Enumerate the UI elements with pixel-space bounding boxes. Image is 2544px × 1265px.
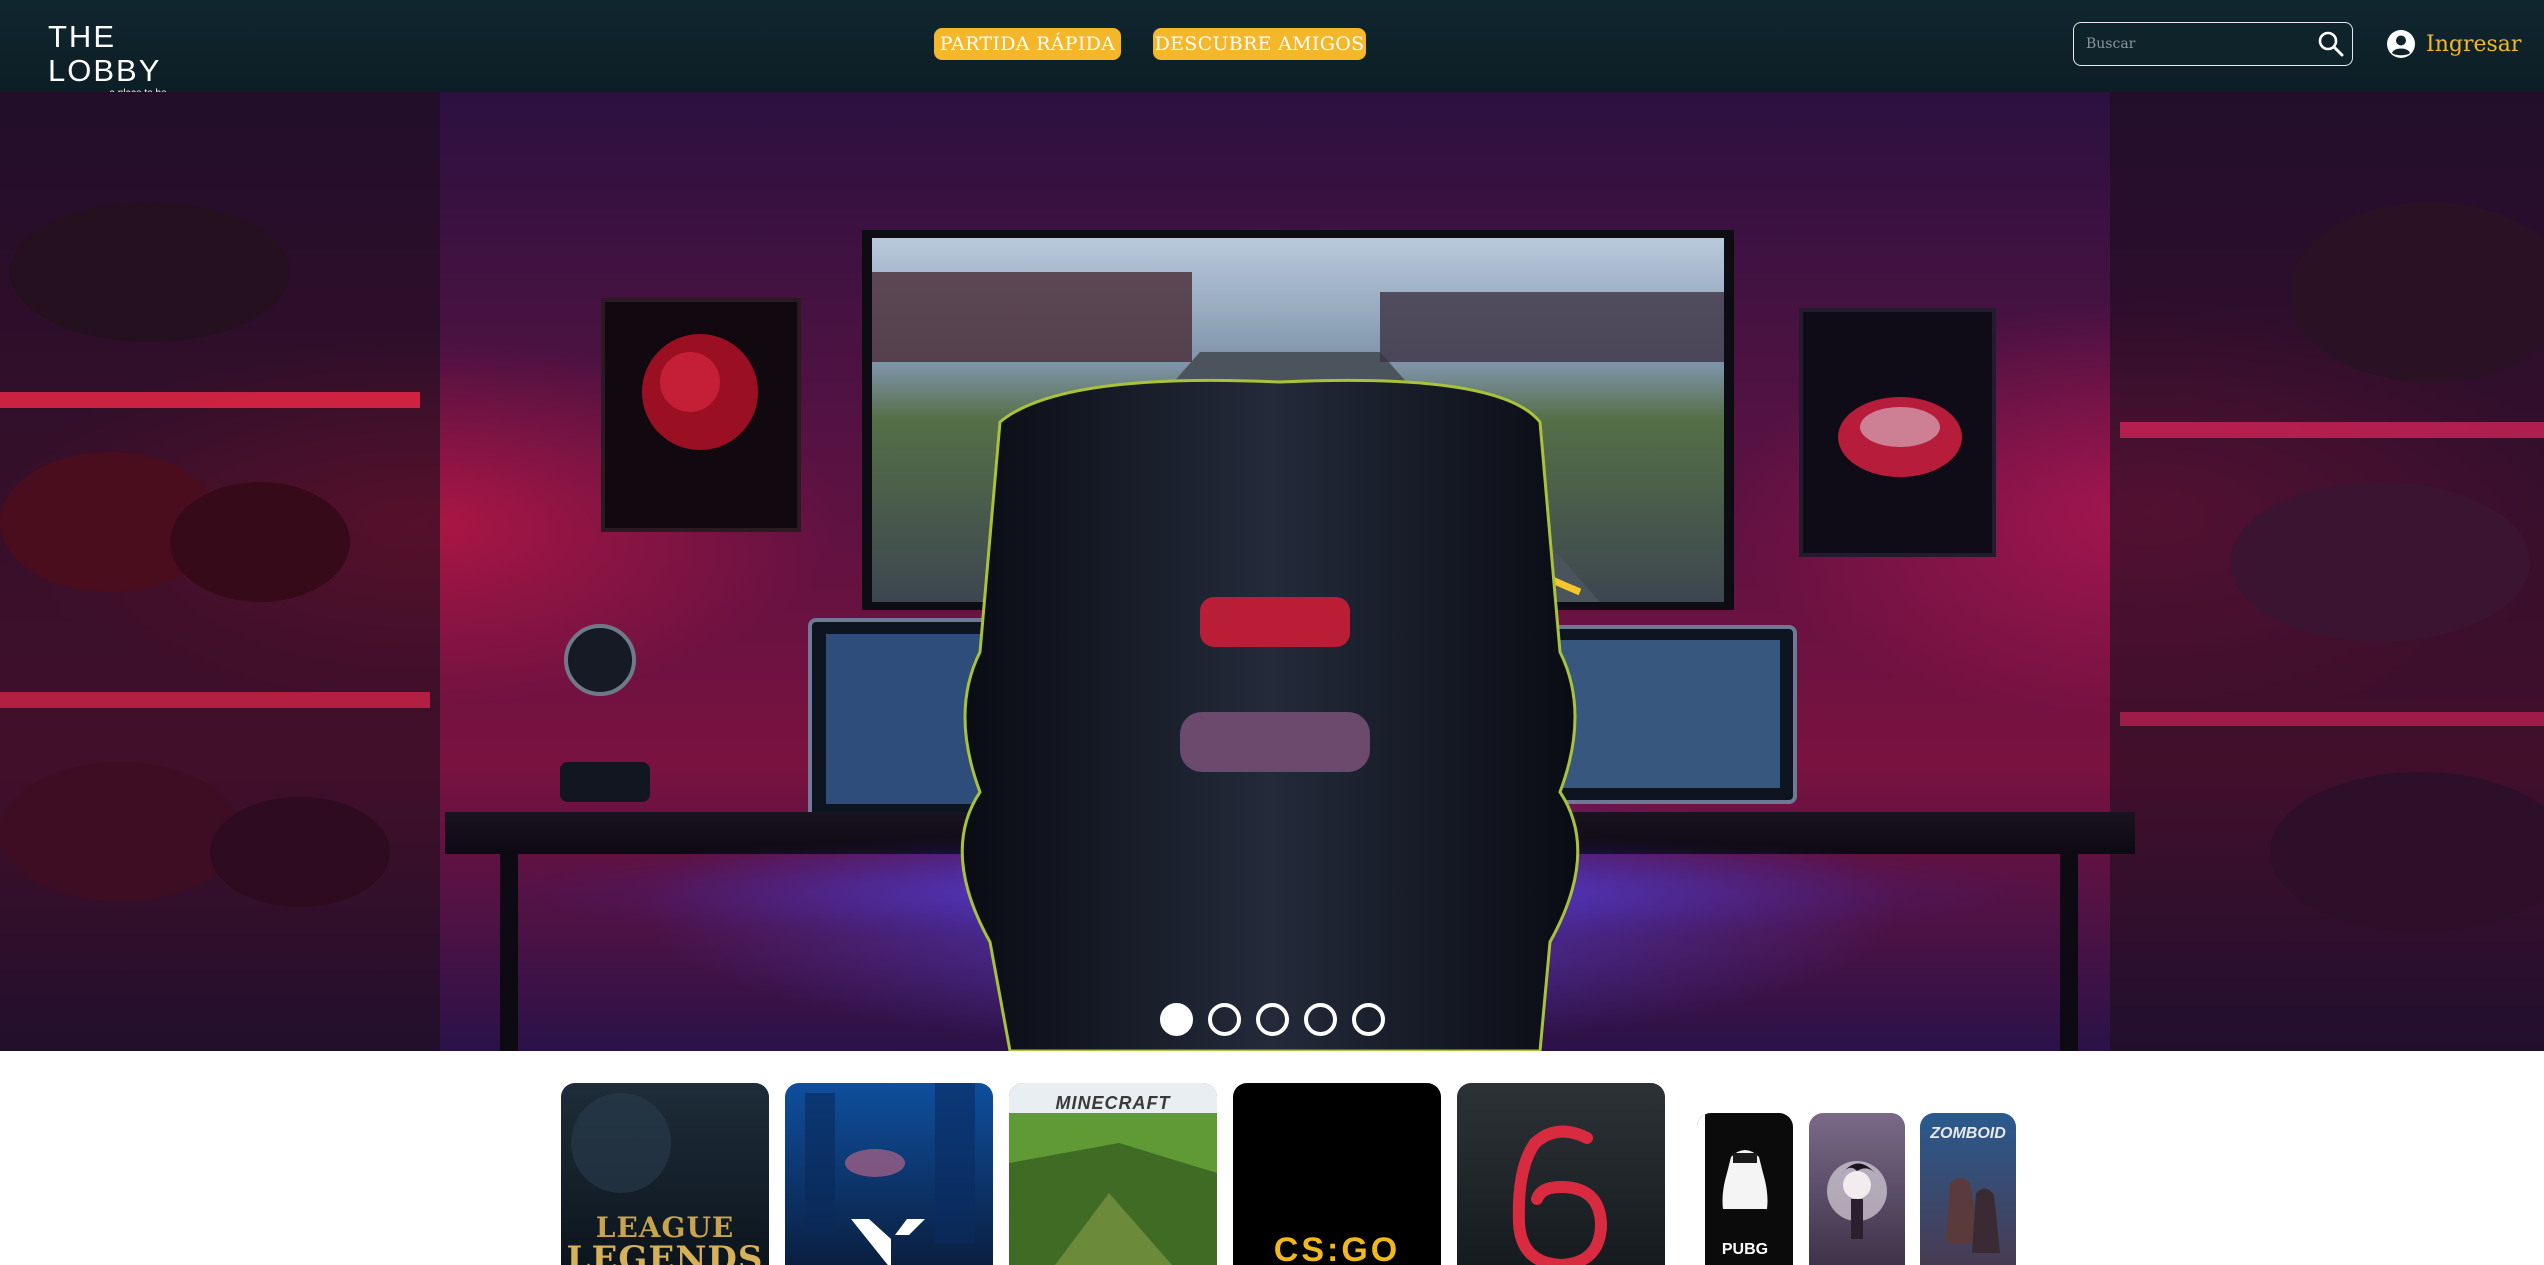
game-card-project-zomboid[interactable]: ZOMBOID <box>1920 1113 2016 1265</box>
carousel-dot-2[interactable] <box>1208 1003 1241 1036</box>
carousel-dot-5[interactable] <box>1352 1003 1385 1036</box>
rainbow-six-art <box>1457 1083 1665 1265</box>
login-link[interactable]: Ingresar <box>2386 26 2521 62</box>
site-logo[interactable]: THE LOBBY a place to be <box>48 20 229 99</box>
discover-friends-button[interactable]: DESCUBRE AMIGOS <box>1153 28 1366 60</box>
hero-gaming-room-image <box>0 92 2544 1051</box>
carousel-indicators <box>1160 1003 1385 1037</box>
login-label: Ingresar <box>2426 31 2522 57</box>
dont-starve-art <box>1809 1113 1905 1265</box>
minecraft-label: MINECRAFT <box>1055 1093 1171 1113</box>
carousel-dot-1[interactable] <box>1160 1003 1193 1036</box>
carousel-dot-3[interactable] <box>1256 1003 1289 1036</box>
logo-title: THE LOBBY <box>48 19 162 88</box>
user-circle-icon <box>2386 29 2416 59</box>
league-label-line2: LEGENDS <box>566 1239 764 1265</box>
hero-carousel[interactable] <box>0 92 2544 1051</box>
game-card-valorant[interactable] <box>785 1083 993 1265</box>
game-card-league-of-legends[interactable]: LEAGUE LEGENDS <box>561 1083 769 1265</box>
carousel-dot-4[interactable] <box>1304 1003 1337 1036</box>
search-box <box>2073 22 2353 66</box>
csgo-label: CS:GO <box>1273 1231 1401 1265</box>
pubg-label: PUBG <box>1721 1241 1769 1258</box>
zomboid-label: ZOMBOID <box>1930 1125 2006 1142</box>
game-card-pubg[interactable]: PUBG <box>1697 1113 1793 1265</box>
game-card-dont-starve[interactable] <box>1809 1113 1905 1265</box>
game-card-csgo[interactable]: CS:GO <box>1233 1083 1441 1265</box>
game-card-minecraft[interactable]: MINECRAFT <box>1009 1083 1217 1265</box>
search-input[interactable] <box>2086 31 2306 57</box>
game-card-rainbow-six[interactable] <box>1457 1083 1665 1265</box>
search-icon[interactable] <box>2316 29 2346 59</box>
top-navbar: THE LOBBY a place to be PARTIDA RÁPIDA D… <box>0 0 2544 99</box>
quick-match-button[interactable]: PARTIDA RÁPIDA <box>934 28 1121 60</box>
valorant-art <box>785 1083 993 1265</box>
